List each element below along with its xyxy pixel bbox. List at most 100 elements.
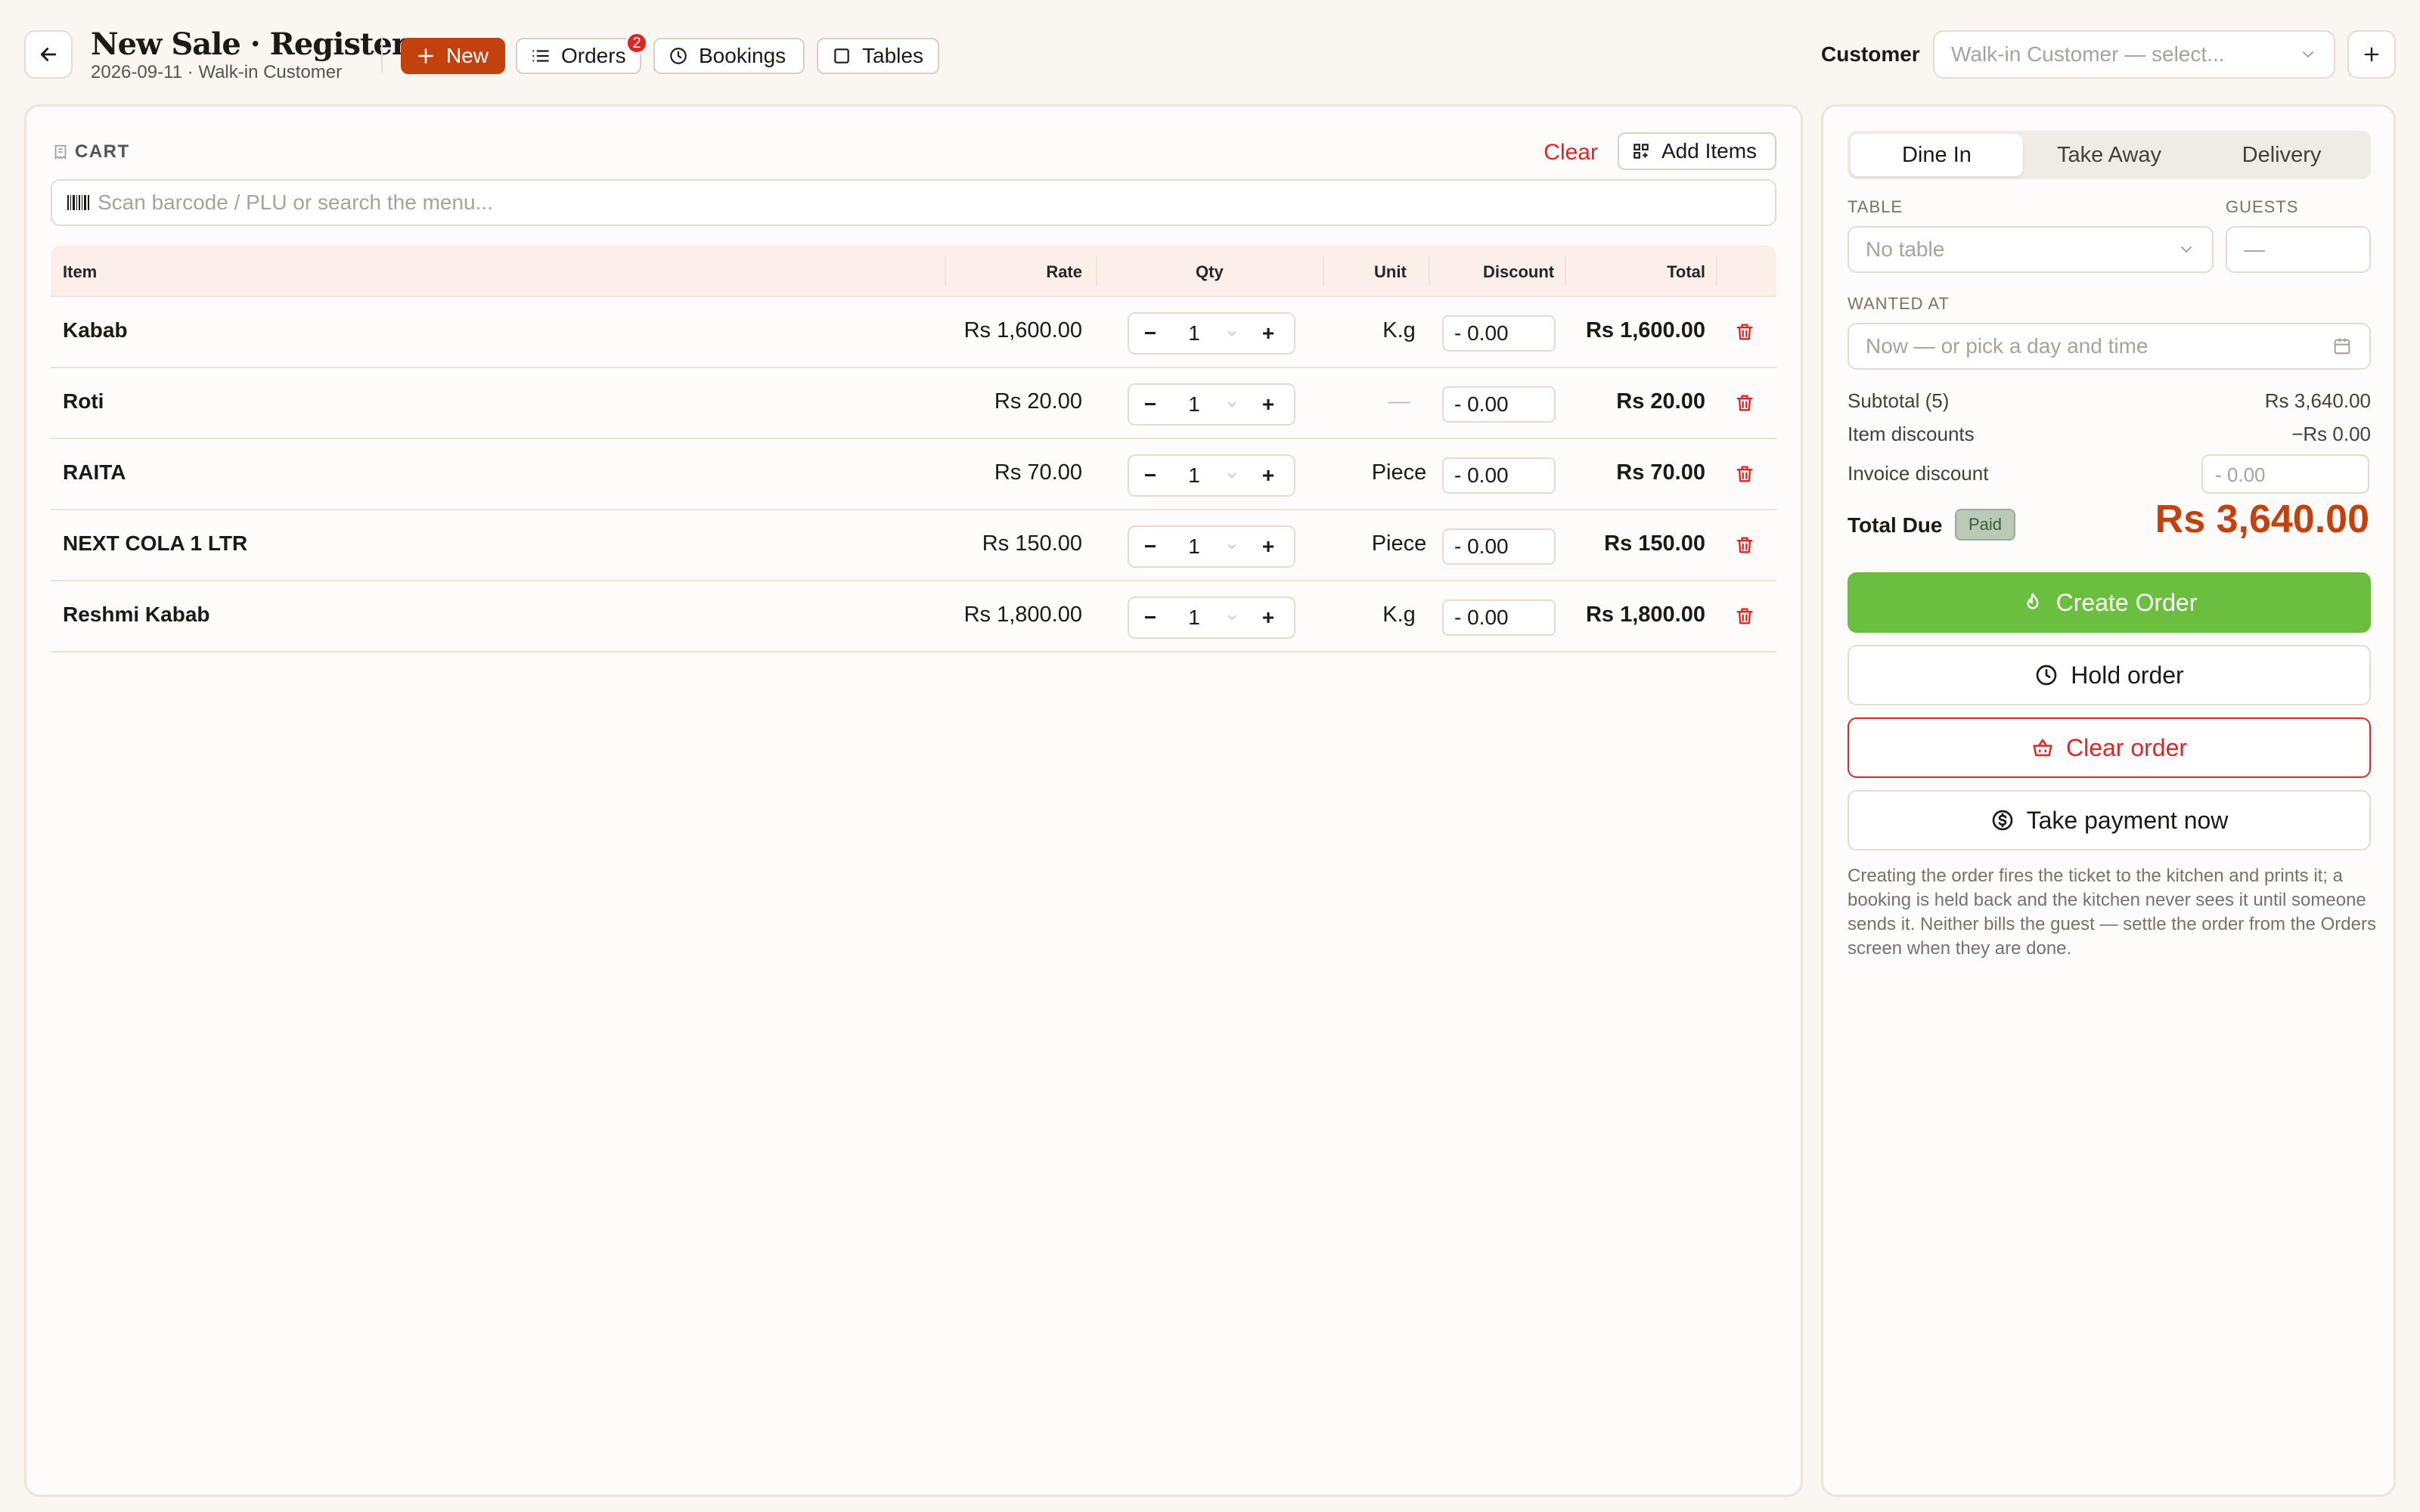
item-discounts-value: −Rs 0.00 <box>2291 423 2371 445</box>
tables-button-label: Tables <box>862 44 923 67</box>
col-total: Total <box>1667 262 1705 281</box>
item-total: Rs 70.00 <box>1616 460 1705 485</box>
tab-dine-in[interactable]: Dine In <box>1851 134 2023 176</box>
trash-icon[interactable] <box>1734 321 1755 342</box>
qty-increment-button[interactable]: + <box>1247 392 1289 417</box>
customer-select-placeholder: Walk-in Customer — select... <box>1951 42 2225 66</box>
qty-increment-button[interactable]: + <box>1247 463 1289 488</box>
trash-icon[interactable] <box>1734 606 1755 627</box>
quantity-stepper[interactable]: −1 + <box>1128 596 1295 639</box>
order-panel: Dine In Take Away Delivery TABLE No tabl… <box>1821 104 2396 1497</box>
chevron-down-icon <box>2299 45 2317 64</box>
table-select-placeholder: No table <box>1866 237 1945 261</box>
trash-icon[interactable] <box>1734 534 1755 556</box>
table-label: TABLE <box>1848 197 1903 216</box>
clock-icon <box>669 46 688 66</box>
qty-decrement-button[interactable]: − <box>1129 392 1171 417</box>
cart-table-header: Item Rate Qty Unit Discount Total <box>51 246 1776 297</box>
orders-button[interactable]: Orders <box>516 38 641 74</box>
cart-title: CART <box>52 141 130 163</box>
customer-select[interactable]: Walk-in Customer — select... <box>1933 30 2335 79</box>
add-items-label: Add Items <box>1661 139 1758 163</box>
item-unit: K.g <box>1382 318 1416 342</box>
item-name: Kabab <box>63 318 128 342</box>
guests-input[interactable]: — <box>2226 226 2371 273</box>
add-items-button[interactable]: Add Items <box>1618 132 1776 170</box>
table-select[interactable]: No table <box>1848 226 2214 273</box>
qty-increment-button[interactable]: + <box>1247 321 1289 345</box>
item-unit: K.g <box>1382 603 1416 627</box>
item-unit: Piece <box>1371 531 1427 556</box>
qty-decrement-button[interactable]: − <box>1129 534 1171 559</box>
bookings-button[interactable]: Bookings <box>653 38 805 74</box>
invoice-discount-input[interactable]: - 0.00 <box>2201 454 2369 494</box>
grid-icon <box>1631 141 1651 161</box>
cart-rows: Kabab Rs 1,600.00−1 + K.g - 0.00 Rs 1,600.00 R… <box>51 297 1776 652</box>
item-rate: Rs 1,800.00 <box>963 603 1082 627</box>
item-discount-input[interactable]: - 0.00 <box>1442 600 1556 636</box>
quantity-stepper[interactable]: −1 + <box>1128 383 1295 426</box>
item-discounts-label: Item discounts <box>1848 423 1975 445</box>
menu-search-input[interactable]: Scan barcode / PLU or search the menu... <box>51 179 1776 226</box>
trash-icon[interactable] <box>1734 463 1755 485</box>
item-discount-input[interactable]: - 0.00 <box>1442 528 1556 565</box>
wanted-at-input[interactable]: Now — or pick a day and time <box>1848 323 2371 370</box>
add-customer-button[interactable] <box>2347 30 2396 79</box>
qty-decrement-button[interactable]: − <box>1129 606 1171 630</box>
new-button[interactable]: New <box>401 38 505 74</box>
qty-decrement-button[interactable]: − <box>1129 463 1171 488</box>
hold-order-button[interactable]: Hold order <box>1848 645 2371 705</box>
qty-increment-button[interactable]: + <box>1247 534 1289 559</box>
chevron-down-icon <box>1217 540 1247 553</box>
col-separator <box>1565 256 1566 287</box>
item-discount-input[interactable]: - 0.00 <box>1442 457 1556 494</box>
wanted-at-label: WANTED AT <box>1848 294 1950 313</box>
item-total: Rs 1,600.00 <box>1585 318 1705 342</box>
item-discount-input[interactable]: - 0.00 <box>1442 315 1556 352</box>
total-due-label: Total Due <box>1848 513 1943 537</box>
title-block: New Sale · Register 2026-09-11 · Walk-in… <box>91 26 408 83</box>
qty-increment-button[interactable]: + <box>1247 606 1289 630</box>
trash-icon[interactable] <box>1734 392 1755 414</box>
cart-clear-link[interactable]: Clear <box>1544 140 1598 166</box>
qty-value[interactable]: 1 <box>1171 321 1217 345</box>
qty-value[interactable]: 1 <box>1171 606 1217 630</box>
menu-search-placeholder: Scan barcode / PLU or search the menu... <box>98 191 493 214</box>
back-button[interactable] <box>24 30 73 79</box>
qty-value[interactable]: 1 <box>1171 392 1217 417</box>
quantity-stepper[interactable]: −1 + <box>1128 312 1295 355</box>
page-subtitle: 2026-09-11 · Walk-in Customer <box>91 62 343 82</box>
square-icon <box>832 46 852 66</box>
col-rate: Rate <box>1046 262 1082 281</box>
qty-decrement-button[interactable]: − <box>1129 321 1171 345</box>
item-discount-input[interactable]: - 0.00 <box>1442 386 1556 423</box>
cart-panel: CART Clear Add Items Scan barcode / PLU … <box>24 104 1803 1497</box>
item-name: Roti <box>63 389 104 413</box>
take-payment-label: Take payment now <box>2026 806 2229 834</box>
col-item: Item <box>63 262 98 281</box>
subtotal-value: Rs 3,640.00 <box>2264 389 2371 412</box>
col-unit: Unit <box>1374 262 1407 281</box>
qty-value[interactable]: 1 <box>1171 534 1217 559</box>
chevron-down-icon <box>1217 327 1247 340</box>
bookings-button-label: Bookings <box>699 44 786 67</box>
item-total: Rs 20.00 <box>1616 389 1705 414</box>
create-order-button[interactable]: Create Order <box>1848 572 2371 633</box>
take-payment-button[interactable]: Take payment now <box>1848 790 2371 850</box>
create-order-label: Create Order <box>2055 588 2198 616</box>
qty-value[interactable]: 1 <box>1171 463 1217 488</box>
clear-order-button[interactable]: Clear order <box>1848 717 2371 778</box>
receipt-icon <box>52 143 69 161</box>
total-due-value: Rs 3,640.00 <box>2155 497 2369 541</box>
flame-icon <box>2021 591 2044 614</box>
tab-take-away[interactable]: Take Away <box>2023 134 2195 176</box>
item-unit: Piece <box>1371 460 1427 485</box>
page-title: New Sale · Register <box>91 26 408 62</box>
cart-row: Kabab Rs 1,600.00 −1 + K.g - 0.00 Rs 1,600.00 <box>51 297 1776 368</box>
arrow-left-icon <box>37 43 60 66</box>
paid-badge: Paid <box>1955 509 2015 541</box>
quantity-stepper[interactable]: −1 + <box>1128 454 1295 497</box>
quantity-stepper[interactable]: −1 + <box>1128 525 1295 568</box>
tab-delivery[interactable]: Delivery <box>2195 134 2368 176</box>
tables-button[interactable]: Tables <box>817 38 939 74</box>
